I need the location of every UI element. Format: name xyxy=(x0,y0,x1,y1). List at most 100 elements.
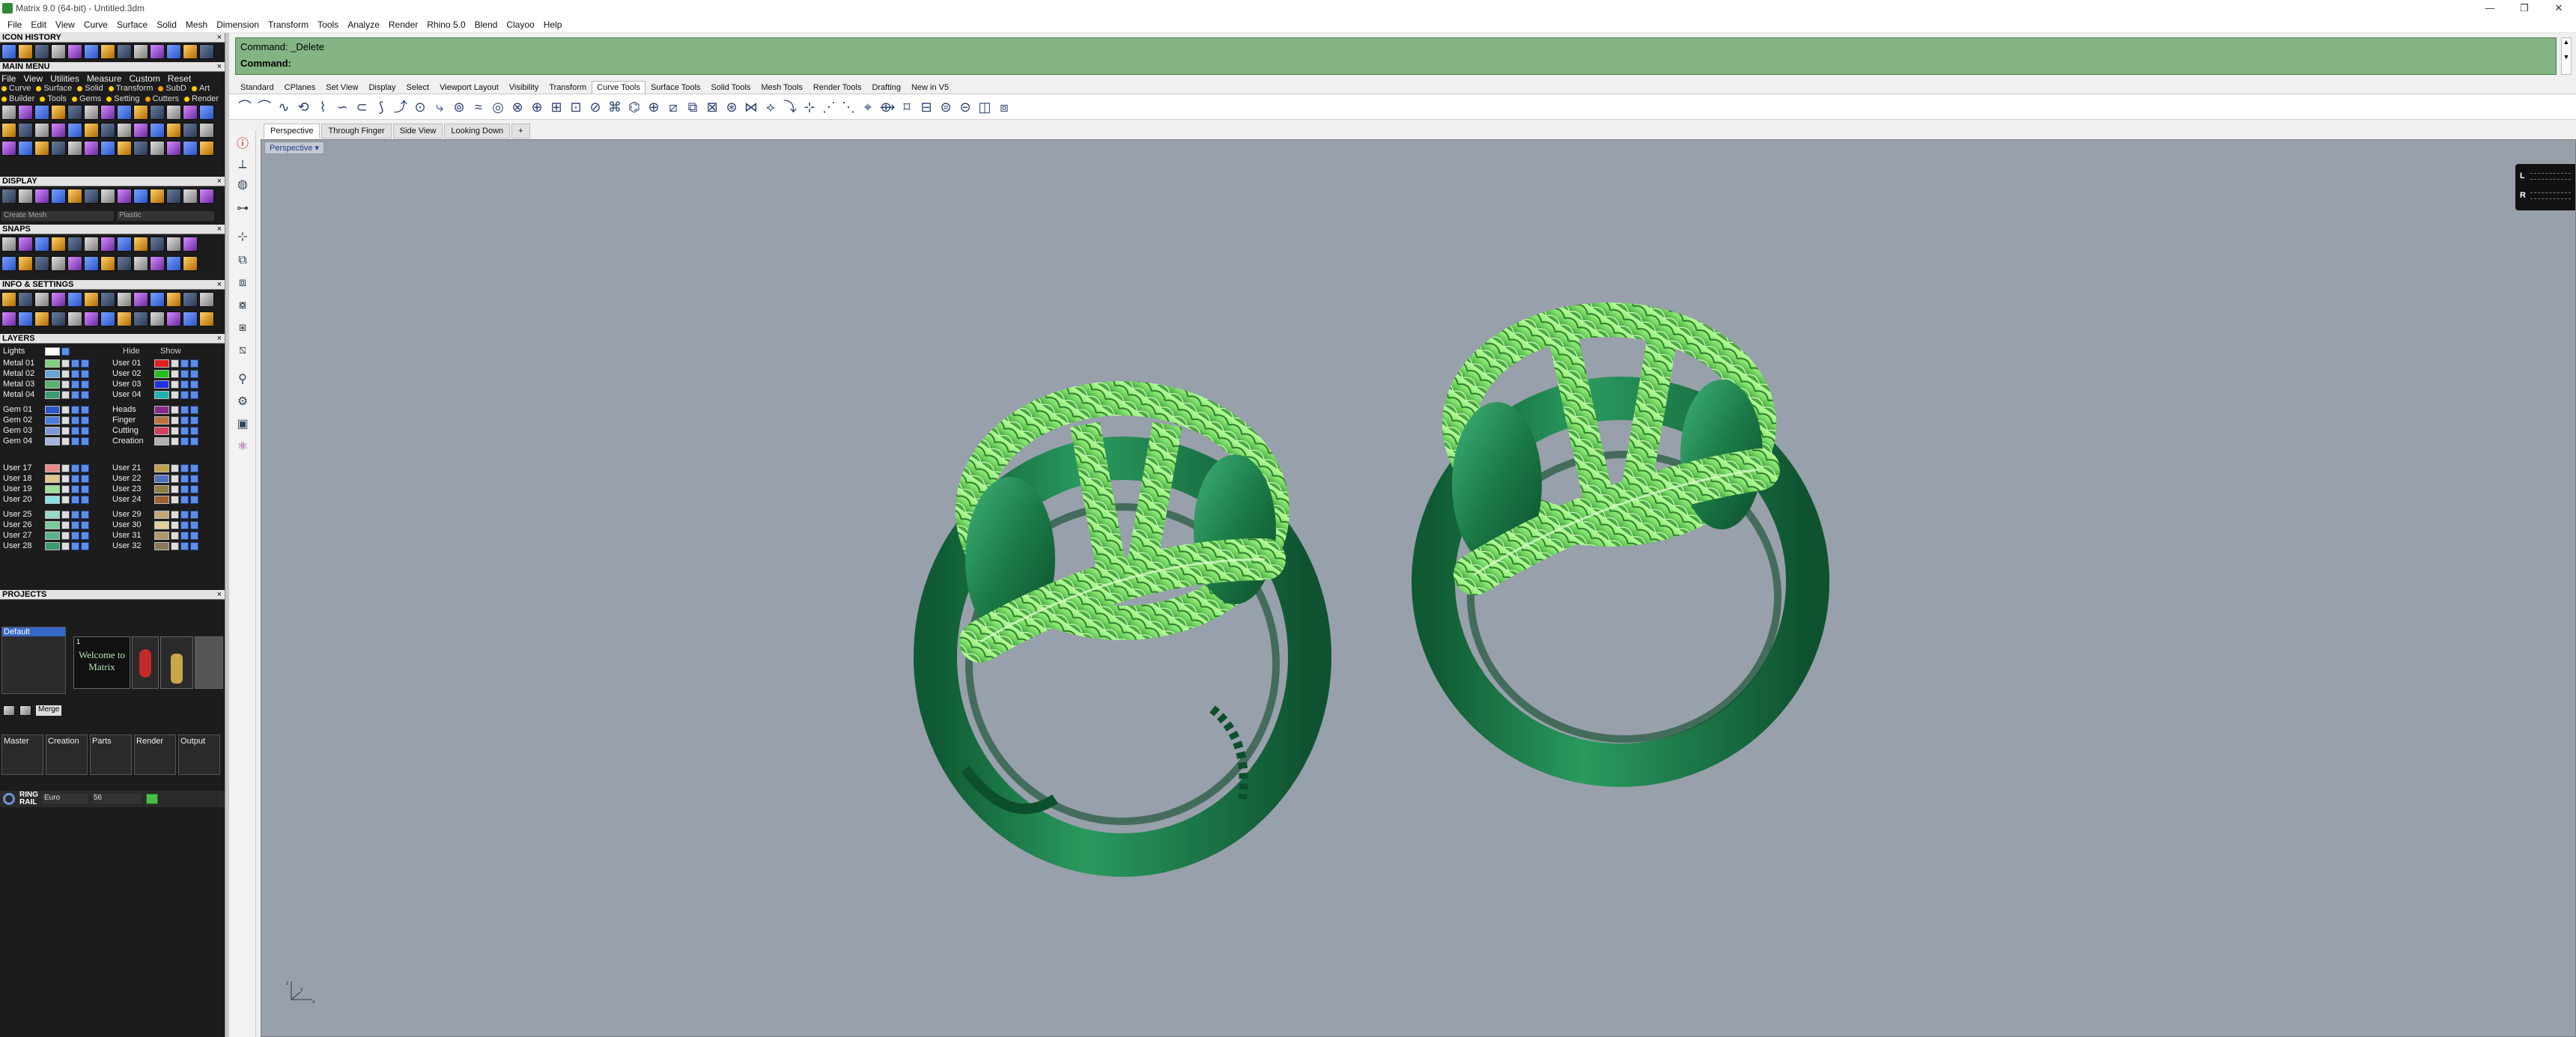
toolbar-tab-set-view[interactable]: Set View xyxy=(321,81,363,94)
main-menu-tool-icon[interactable] xyxy=(199,123,214,138)
curve-tool-icon[interactable]: ⊡ xyxy=(568,99,584,115)
layer-color-swatch[interactable] xyxy=(154,416,169,425)
display-mesh-field[interactable]: Create Mesh xyxy=(1,211,114,221)
layer-visibility-icon[interactable] xyxy=(180,426,189,435)
layer-row[interactable]: Metal 04 xyxy=(3,389,91,400)
info-icon[interactable] xyxy=(84,311,99,326)
section-main-menu[interactable]: MAIN MENU × xyxy=(0,62,225,72)
layer-current-icon[interactable] xyxy=(190,405,198,414)
layer-lock-icon[interactable] xyxy=(61,484,70,493)
add-project-button[interactable] xyxy=(3,705,15,716)
curve-tool-icon[interactable]: ⊟ xyxy=(918,99,935,115)
main-menu-tool-icon[interactable] xyxy=(166,105,181,120)
main-menu-tool-icon[interactable] xyxy=(117,123,132,138)
curve-tool-icon[interactable]: ⤷ xyxy=(431,99,448,115)
curve-tool-icon[interactable]: ⊚ xyxy=(451,99,467,115)
layer-color-swatch[interactable] xyxy=(45,474,60,483)
snap-icon[interactable] xyxy=(150,237,165,252)
layer-lock-icon[interactable] xyxy=(61,520,70,529)
curve-tool-icon[interactable]: ⟴ xyxy=(879,99,896,115)
snap-icon[interactable] xyxy=(1,256,16,271)
main-menu-reset[interactable]: Reset xyxy=(168,73,191,84)
layer-visibility-icon[interactable] xyxy=(71,416,79,425)
layer-visibility-icon[interactable] xyxy=(71,369,79,378)
layer-visibility-icon[interactable] xyxy=(180,369,189,378)
display-mode-icon[interactable] xyxy=(133,189,148,204)
menu-analyze[interactable]: Analyze xyxy=(343,19,384,30)
ring-size-select[interactable]: 56 xyxy=(92,794,142,804)
history-tool-icon[interactable] xyxy=(150,44,165,59)
layer-lock-icon[interactable] xyxy=(171,369,179,378)
layer-current-icon[interactable] xyxy=(81,495,89,504)
layer-lock-icon[interactable] xyxy=(171,405,179,414)
builder-tab-creation[interactable]: Creation xyxy=(46,735,88,775)
info-icon[interactable] xyxy=(133,311,148,326)
layer-visibility-icon[interactable] xyxy=(180,541,189,550)
layer-current-icon[interactable] xyxy=(190,380,198,389)
layer-current-icon[interactable] xyxy=(190,369,198,378)
show-label[interactable]: Show xyxy=(160,347,198,356)
snap-icon[interactable] xyxy=(100,237,115,252)
main-menu-gems[interactable]: Gems xyxy=(71,94,101,103)
layer-row[interactable]: User 25 xyxy=(3,509,91,520)
rings-render[interactable] xyxy=(261,140,2576,1037)
curve-tool-icon[interactable]: ◫ xyxy=(976,99,993,115)
info-icon[interactable] xyxy=(67,311,82,326)
layer-current-icon[interactable] xyxy=(81,359,89,368)
main-menu-tool-icon[interactable] xyxy=(34,141,49,156)
layer-color-swatch[interactable] xyxy=(154,510,169,519)
main-menu-tool-icon[interactable] xyxy=(84,141,99,156)
info-icon[interactable] xyxy=(183,311,198,326)
menu-render[interactable]: Render xyxy=(384,19,422,30)
display-mode-icon[interactable] xyxy=(51,189,66,204)
layer-current-icon[interactable] xyxy=(81,510,89,519)
main-menu-tool-icon[interactable] xyxy=(51,105,66,120)
main-menu-measure[interactable]: Measure xyxy=(87,73,122,84)
layer-color-swatch[interactable] xyxy=(45,484,60,493)
main-menu-tool-icon[interactable] xyxy=(18,141,33,156)
layer-current-icon[interactable] xyxy=(190,510,198,519)
toolbar-tab-select[interactable]: Select xyxy=(401,81,435,94)
snap-icon[interactable] xyxy=(183,237,198,252)
viewport-tab-side-view[interactable]: Side View xyxy=(392,124,443,139)
curve-tool-icon[interactable]: ⌬ xyxy=(626,99,643,115)
layer-row[interactable]: Gem 01 xyxy=(3,404,91,415)
layer-row[interactable]: User 03 xyxy=(112,379,200,389)
layer-color-swatch[interactable] xyxy=(45,510,60,519)
layer-row[interactable]: Metal 01 xyxy=(3,358,91,368)
layer-color-swatch[interactable] xyxy=(45,463,60,472)
curve-tool-icon[interactable]: ⟆ xyxy=(373,99,389,115)
main-menu-tool-icon[interactable] xyxy=(133,123,148,138)
info-icon[interactable] xyxy=(133,292,148,307)
layer-current-icon[interactable] xyxy=(190,390,198,399)
main-menu-tool-icon[interactable] xyxy=(67,105,82,120)
main-menu-tool-icon[interactable] xyxy=(100,105,115,120)
layer-color-swatch[interactable] xyxy=(45,495,60,504)
toolbar-tab-display[interactable]: Display xyxy=(363,81,401,94)
view-tool-icon[interactable]: ⊶ xyxy=(234,199,252,217)
display-material-field[interactable]: Plastic xyxy=(117,211,214,221)
project-default[interactable]: Default xyxy=(2,627,65,636)
layer-current-icon[interactable] xyxy=(190,484,198,493)
layer-color-swatch[interactable] xyxy=(45,437,60,445)
layer-lock-icon[interactable] xyxy=(171,416,179,425)
layer-visibility-icon[interactable] xyxy=(180,359,189,368)
layer-current-icon[interactable] xyxy=(81,390,89,399)
ring-size-system[interactable]: Euro xyxy=(43,794,88,804)
view-tool-icon[interactable]: ⧈ xyxy=(234,274,252,292)
menu-dimension[interactable]: Dimension xyxy=(212,19,264,30)
layer-row[interactable]: User 19 xyxy=(3,484,91,494)
menu-rhino-5-0[interactable]: Rhino 5.0 xyxy=(422,19,470,30)
project-thumb-blank[interactable] xyxy=(195,636,223,689)
curve-tool-icon[interactable]: ⊞ xyxy=(548,99,565,115)
main-menu-tool-icon[interactable] xyxy=(183,105,198,120)
layer-row[interactable]: User 26 xyxy=(3,520,91,530)
layer-row[interactable]: User 02 xyxy=(112,368,200,379)
layer-visibility-icon[interactable] xyxy=(180,495,189,504)
info-icon[interactable] xyxy=(117,292,132,307)
builder-tab-parts[interactable]: Parts xyxy=(90,735,132,775)
curve-tool-icon[interactable]: ⋱ xyxy=(840,99,857,115)
main-menu-setting[interactable]: Setting xyxy=(106,94,140,103)
snap-icon[interactable] xyxy=(67,237,82,252)
curve-tool-icon[interactable]: ⟲ xyxy=(295,99,312,115)
